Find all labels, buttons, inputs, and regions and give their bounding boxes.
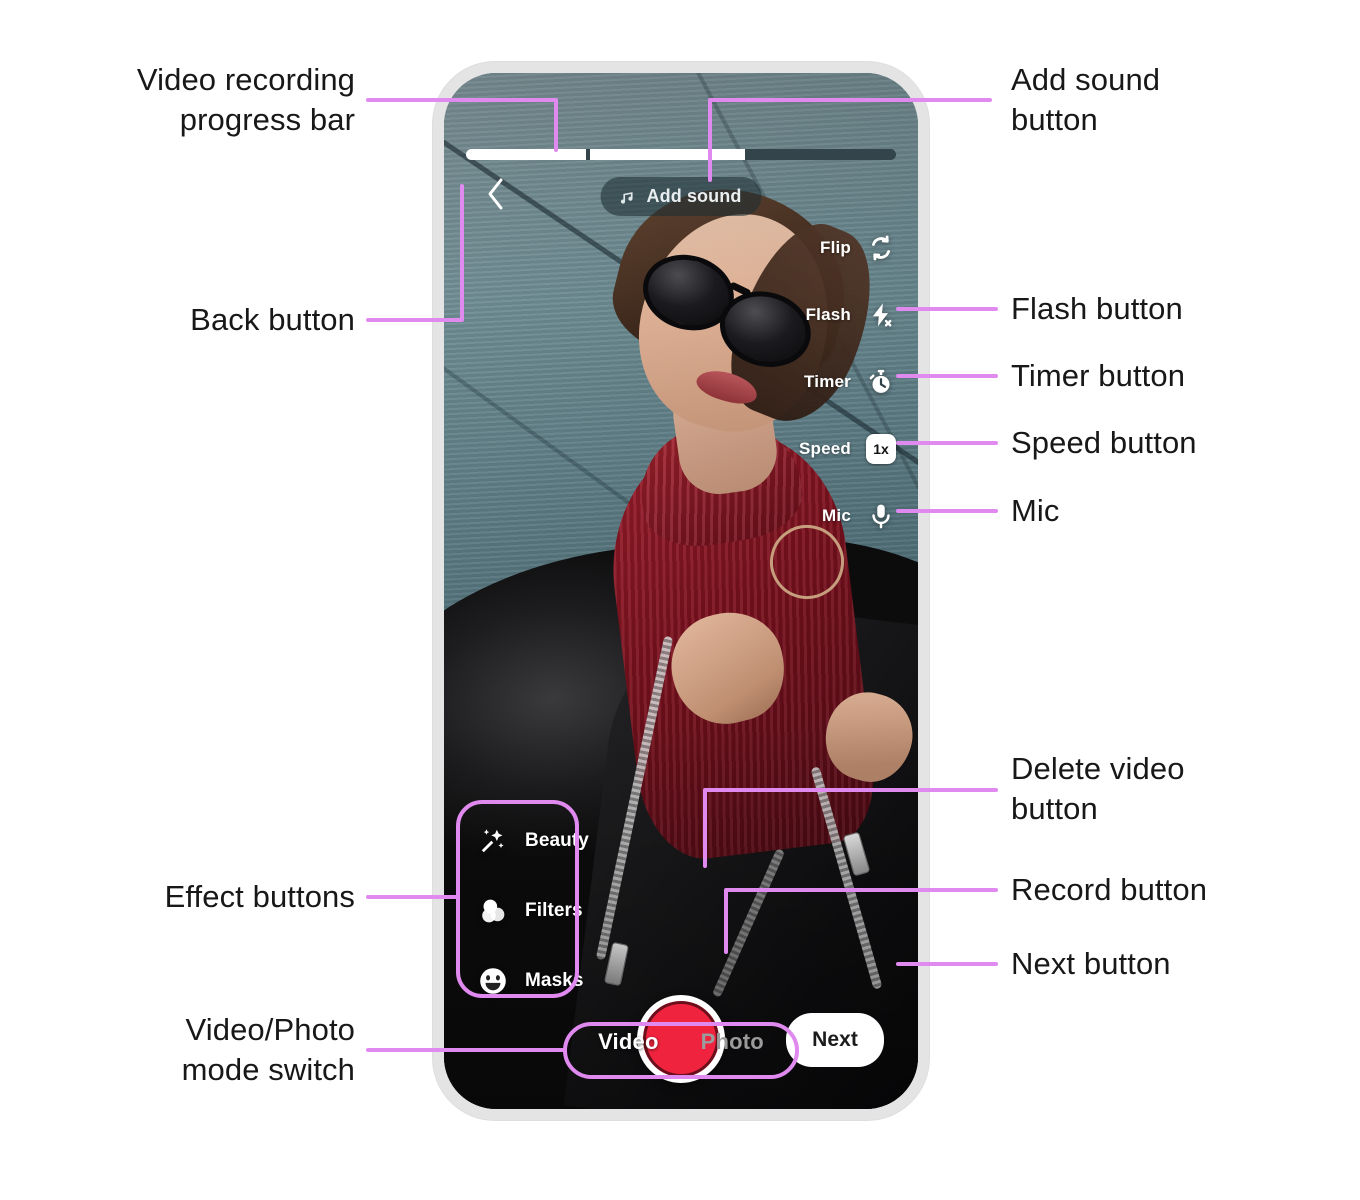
- callout-mode-switch: Video/Photo mode switch: [181, 1012, 355, 1087]
- callout-back-button: Back button: [190, 302, 355, 337]
- speed-value: 1x: [866, 434, 896, 464]
- video-recording-progress-bar[interactable]: [466, 149, 896, 160]
- effect-label-beauty: Beauty: [525, 830, 589, 851]
- flash-off-icon: [864, 298, 898, 332]
- music-note-icon: [618, 187, 638, 207]
- callout-record-button: Record button: [1011, 872, 1208, 907]
- timer-label: Timer: [804, 372, 851, 391]
- flash-button[interactable]: Flash: [806, 298, 898, 332]
- callout-timer-button: Timer button: [1011, 358, 1186, 393]
- effect-button-masks[interactable]: Masks: [475, 963, 589, 999]
- flash-label: Flash: [805, 305, 851, 324]
- smiley-mask-icon: [475, 963, 511, 999]
- flip-camera-button[interactable]: Flip: [820, 231, 898, 265]
- add-sound-button[interactable]: Add sound: [600, 177, 762, 216]
- speed-button[interactable]: Speed 1x: [799, 432, 898, 466]
- flip-camera-icon: [864, 231, 898, 265]
- add-sound-label: Add sound: [646, 186, 742, 206]
- filters-icon: [475, 893, 511, 929]
- microphone-icon: [864, 499, 898, 533]
- flip-label: Flip: [819, 238, 851, 257]
- effect-label-filters: Filters: [525, 900, 583, 921]
- next-button[interactable]: Next: [786, 1013, 884, 1067]
- callout-progress-bar: Video recording progress bar: [136, 62, 355, 137]
- progress-segment-1: [466, 149, 587, 160]
- callout-next-button: Next button: [1011, 946, 1171, 981]
- magic-wand-icon: [475, 823, 511, 859]
- callout-effect-buttons: Effect buttons: [164, 879, 355, 914]
- callout-speed-button: Speed button: [1011, 425, 1197, 460]
- video-photo-mode-switch[interactable]: Video Photo: [562, 1015, 800, 1069]
- annotated-screenshot: Add sound Flip Flash Timer Speed 1x Mic …: [0, 0, 1360, 1200]
- effect-buttons-panel: Beauty Filters Masks: [465, 809, 599, 1013]
- effect-label-masks: Masks: [525, 970, 584, 991]
- callout-flash-button: Flash button: [1011, 291, 1183, 326]
- mic-label: Mic: [822, 506, 851, 525]
- effect-button-filters[interactable]: Filters: [475, 893, 589, 929]
- phone-frame: Add sound Flip Flash Timer Speed 1x Mic …: [433, 62, 929, 1120]
- speed-icon: 1x: [864, 432, 898, 466]
- camera-control-rail: Flip Flash Timer Speed 1x Mic: [799, 231, 898, 533]
- back-button[interactable]: [476, 173, 516, 219]
- timer-button[interactable]: Timer: [804, 365, 898, 399]
- chevron-left-icon: [484, 177, 508, 216]
- speed-label: Speed: [798, 439, 851, 458]
- callout-add-sound: Add sound button: [1011, 62, 1161, 137]
- mode-option-photo[interactable]: Photo: [701, 1029, 764, 1055]
- callout-mic: Mic: [1011, 493, 1060, 528]
- callout-delete-video: Delete video button: [1011, 751, 1185, 826]
- timer-icon: [864, 365, 898, 399]
- phone-screen: Add sound Flip Flash Timer Speed 1x Mic …: [444, 73, 918, 1109]
- mode-option-video[interactable]: Video: [598, 1029, 659, 1055]
- mic-button[interactable]: Mic: [822, 499, 898, 533]
- effect-button-beauty[interactable]: Beauty: [475, 823, 589, 859]
- progress-segment-2: [590, 149, 746, 160]
